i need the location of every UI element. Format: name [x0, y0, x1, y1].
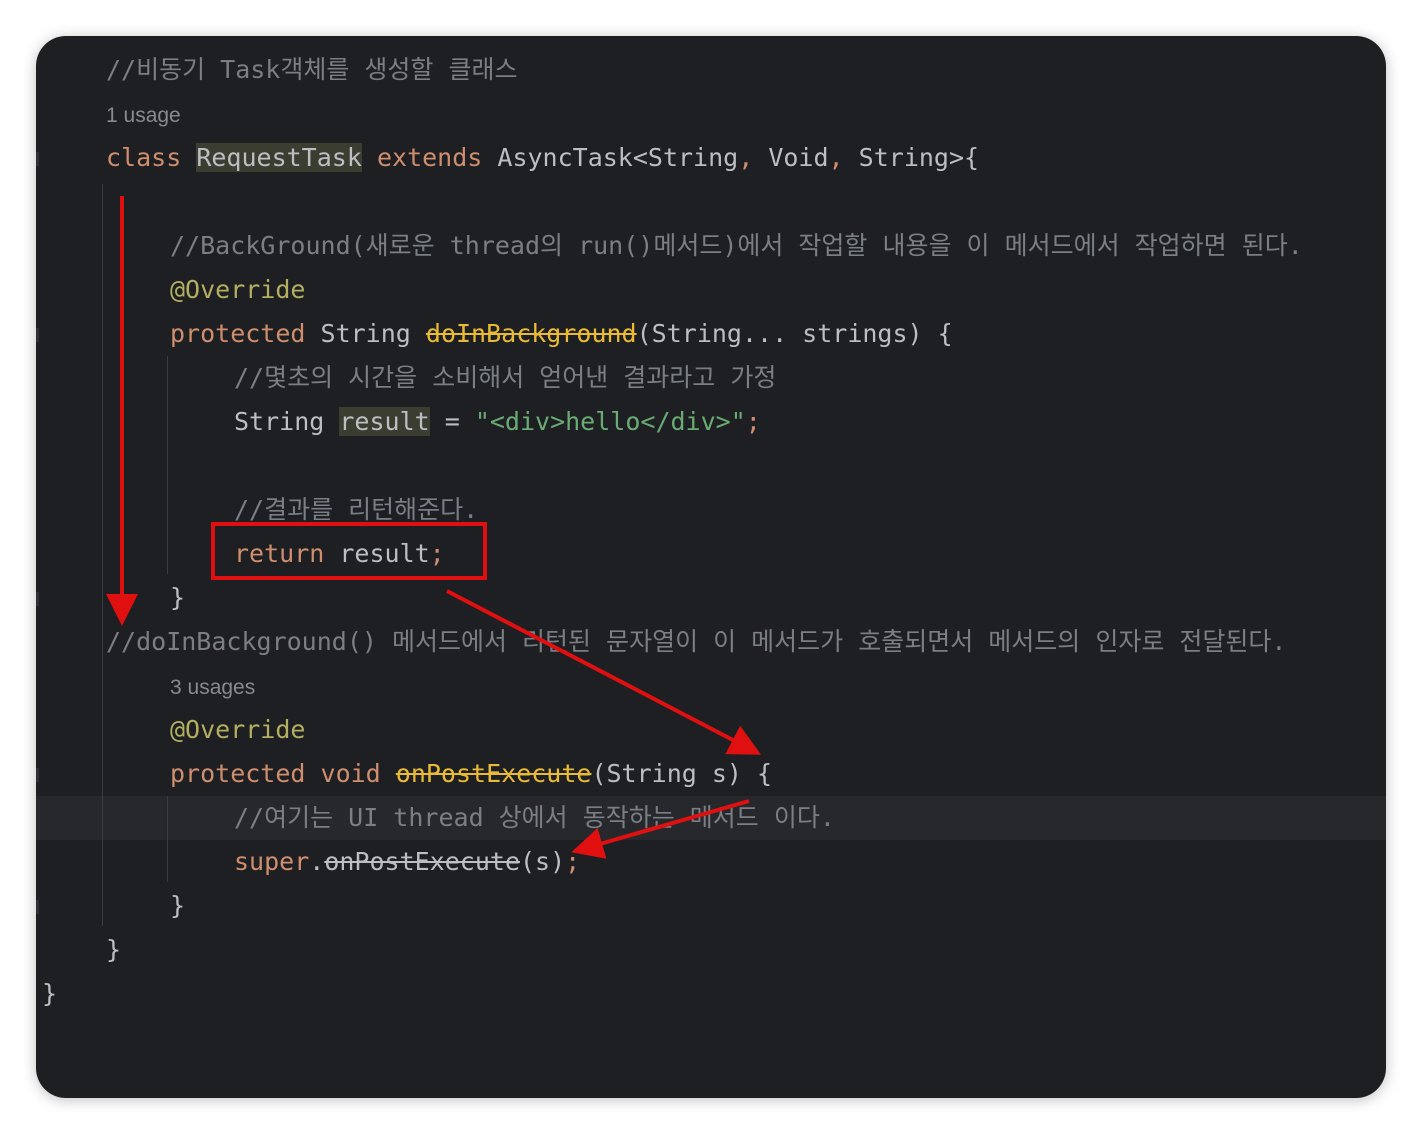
annotation-overlay [106, 196, 762, 859]
code-editor[interactable]: //비동기 Task객체를 생성할 클래스 1 usage class Requ… [36, 36, 1386, 1098]
arrow-to-super-call [571, 799, 750, 859]
code-screenshot-window: //비동기 Task객체를 생성할 클래스 1 usage class Requ… [36, 36, 1386, 1098]
arrow-to-parameter [446, 589, 762, 755]
highlight-box [211, 522, 487, 580]
